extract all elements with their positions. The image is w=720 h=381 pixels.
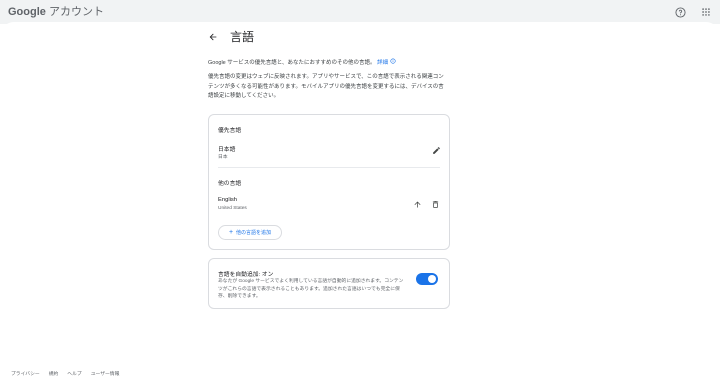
auto-add-description: あなたが Google サービスでよく利用している言語が自動的に追加されます。コ… [218,279,404,299]
edit-pencil-icon[interactable] [431,145,441,155]
auto-add-title: 言語を自動追加: オン [218,272,274,278]
footer-links: プライバシー 規約 ヘルプ ユーザー情報 [11,370,119,377]
move-up-arrow-icon[interactable] [412,199,422,209]
footer-help-link[interactable]: ヘルプ [67,370,81,377]
section-divider [218,167,440,168]
apps-grid-icon[interactable] [700,6,712,18]
toggle-knob [428,275,436,283]
delete-trash-icon[interactable] [430,199,440,209]
intro-note: 優先言語の変更はウェブに反映されます。アプリやサービスで、この言語で表示される関… [208,74,444,99]
footer-userinfo-link[interactable]: ユーザー情報 [91,370,120,377]
footer-privacy-link[interactable]: プライバシー [11,370,40,377]
intro-text: Google サービスの優先言語と、あなたにおすすめのその他の言語。 詳細 [208,58,448,69]
plus-icon: + [228,229,234,236]
language-card: 優先言語 日本語 日本 他の言語 English United States +… [208,114,450,250]
learn-more-link[interactable]: 詳細 [377,58,396,66]
page-title: 言語 [230,30,255,44]
preferred-language-title: 優先言語 [218,128,242,134]
back-arrow-icon[interactable] [208,31,220,43]
other-languages-title: 他の言語 [218,181,242,187]
help-icon[interactable] [674,6,686,18]
auto-add-card: 言語を自動追加: オン あなたが Google サービスでよく利用している言語が… [208,258,450,309]
brand-google: Google [8,6,46,18]
info-icon [390,58,396,64]
footer-terms-link[interactable]: 規約 [49,370,59,377]
preferred-language-region: 日本 [218,155,228,160]
brand-logo[interactable]: Google アカウント [8,6,104,18]
add-language-button[interactable]: + 他の言語を追加 [218,225,282,240]
brand-suffix: アカウント [48,6,104,18]
top-bar: Google アカウント [0,0,720,24]
auto-add-toggle[interactable] [416,273,438,285]
other-language-region: United States [218,206,247,211]
preferred-language-name: 日本語 [218,147,236,153]
page-header: 言語 [208,28,254,45]
intro-description: Google サービスの優先言語と、あなたにおすすめのその他の言語。 [208,60,376,66]
other-language-name: English [218,197,238,203]
add-language-label: 他の言語を追加 [236,230,272,236]
